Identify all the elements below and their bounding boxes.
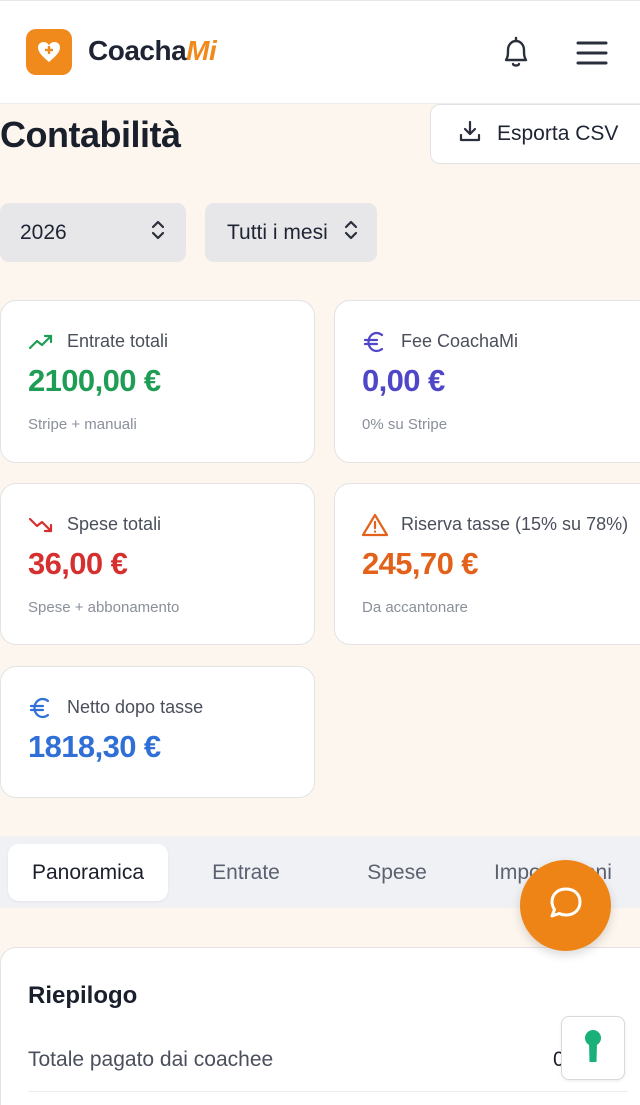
card-fee-coachami: Fee CoachaMi 0,00 € 0% su Stripe <box>334 300 640 463</box>
top-bar: CoachaMi <box>0 0 640 104</box>
card-subtext: Da accantonare <box>362 599 468 616</box>
chevron-updown-icon <box>150 219 166 247</box>
euro-icon <box>27 695 55 721</box>
card-label: Entrate totali <box>67 331 169 351</box>
card-value: 36,00 € <box>28 546 128 581</box>
card-label: Riserva tasse (15% su 78%) <box>401 514 629 534</box>
export-csv-button[interactable]: Esporta CSV <box>430 104 640 164</box>
euro-icon <box>361 329 389 355</box>
hamburger-menu-icon[interactable] <box>572 35 612 71</box>
card-spese-totali: Spese totali 36,00 € Spese + abbonamento <box>0 483 315 645</box>
summary-card: Riepilogo Totale pagato dai coachee 0 <box>0 947 640 1105</box>
tab-panoramica[interactable]: Panoramica <box>8 844 168 901</box>
tab-spese[interactable]: Spese <box>322 844 472 901</box>
card-label: Fee CoachaMi <box>401 331 519 351</box>
card-subtext: 0% su Stripe <box>362 416 448 433</box>
year-select[interactable]: 2026 <box>0 203 186 262</box>
divider <box>28 1091 628 1092</box>
chevron-updown-icon <box>343 219 359 247</box>
year-select-value: 2026 <box>20 220 67 244</box>
card-entrate-totali: Entrate totali 2100,00 € Stripe + manual… <box>0 300 315 463</box>
month-select-value: Tutti i mesi <box>227 220 328 244</box>
card-label: Spese totali <box>67 514 162 534</box>
card-netto-dopo-tasse: Netto dopo tasse 1818,30 € <box>0 666 315 798</box>
card-value: 1818,30 € <box>28 729 161 764</box>
card-subtext: Spese + abbonamento <box>28 599 180 616</box>
tab-entrate[interactable]: Entrate <box>170 844 322 901</box>
download-icon <box>457 118 483 150</box>
trending-up-icon <box>27 329 55 355</box>
keyhole-button[interactable] <box>561 1016 625 1080</box>
month-select[interactable]: Tutti i mesi <box>205 203 377 262</box>
warning-icon <box>361 512 389 538</box>
trending-down-icon <box>27 512 55 538</box>
brand-main: Coacha <box>88 35 187 66</box>
card-value: 2100,00 € <box>28 363 161 398</box>
heart-plus-icon[interactable] <box>26 29 72 75</box>
card-subtext: Stripe + manuali <box>28 416 137 433</box>
card-riserva-tasse: Riserva tasse (15% su 78%) 245,70 € Da a… <box>334 483 640 645</box>
chat-fab-button[interactable] <box>520 860 611 951</box>
summary-title: Riepilogo <box>28 982 138 1009</box>
page-title: Contabilità <box>0 114 181 155</box>
card-value: 245,70 € <box>362 546 478 581</box>
chat-bubble-icon <box>546 883 586 928</box>
summary-row-label: Totale pagato dai coachee <box>28 1048 274 1071</box>
brand-accent: Mi <box>186 35 217 66</box>
brand-name[interactable]: CoachaMi <box>88 35 217 67</box>
export-csv-label: Esporta CSV <box>497 122 619 145</box>
card-label: Netto dopo tasse <box>67 697 204 717</box>
card-value: 0,00 € <box>362 363 445 398</box>
bell-icon[interactable] <box>496 33 536 73</box>
keyhole-icon <box>582 1028 604 1069</box>
